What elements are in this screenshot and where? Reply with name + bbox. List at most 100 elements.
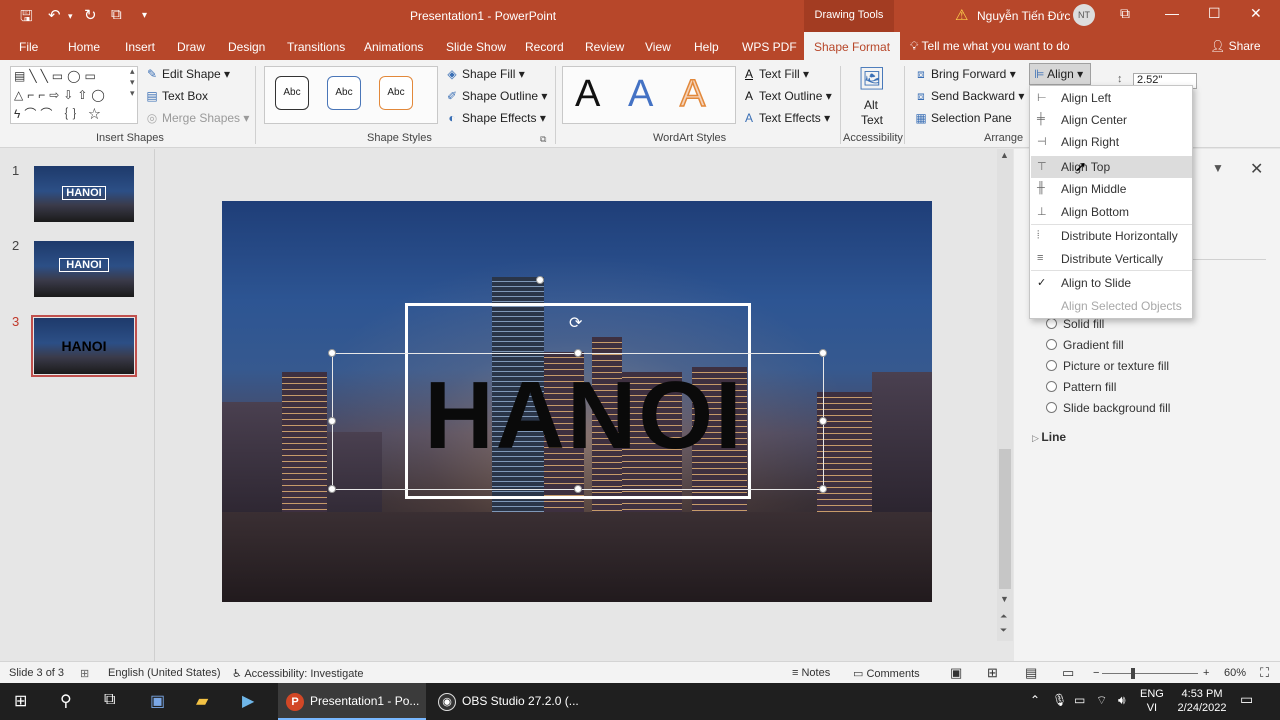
taskbar-powerpoint[interactable]: P Presentation1 - Po...: [278, 683, 426, 720]
fill-option-gradient[interactable]: Gradient fill: [1046, 338, 1124, 352]
scroll-down-icon[interactable]: ▼: [1000, 594, 1009, 604]
tab-help[interactable]: Help: [694, 40, 719, 54]
tab-file[interactable]: File: [19, 40, 38, 54]
previous-slide-icon[interactable]: ⏶: [1000, 611, 1007, 622]
task-view-icon[interactable]: ⧉: [104, 691, 115, 709]
tab-home[interactable]: Home: [68, 40, 100, 54]
fit-to-window-icon[interactable]: ⛶: [1260, 665, 1269, 681]
fill-option-picture[interactable]: Picture or texture fill: [1046, 359, 1169, 373]
zoom-in-icon[interactable]: +: [1203, 667, 1209, 679]
present-icon[interactable]: ⧉: [111, 6, 122, 23]
volume-icon[interactable]: 🔊︎: [1118, 693, 1126, 708]
resize-handle[interactable]: [819, 349, 827, 357]
bring-forward-button[interactable]: ⧈ Bring Forward ▾: [914, 67, 1016, 82]
share-button[interactable]: 👤︎ Share: [1210, 39, 1261, 53]
outlook-app-icon[interactable]: ▣: [150, 691, 165, 711]
spelling-icon[interactable]: ⊞: [80, 667, 89, 680]
resize-handle[interactable]: [574, 349, 582, 357]
zoom-level[interactable]: 60%: [1224, 667, 1246, 679]
tab-animations[interactable]: Animations: [364, 40, 423, 54]
style-preset-2[interactable]: Abc: [327, 76, 361, 110]
shape-fill-button[interactable]: ◈ Shape Fill ▾: [445, 67, 524, 81]
menu-item-align-middle[interactable]: ╫ Align Middle: [1031, 178, 1192, 200]
wordart-preset-2[interactable]: A: [628, 74, 653, 114]
alt-text-button-line1[interactable]: Alt: [864, 98, 878, 112]
resize-handle[interactable]: [819, 417, 827, 425]
tab-transitions[interactable]: Transitions: [287, 40, 345, 54]
menu-item-distribute-vertically[interactable]: ≡ Distribute Vertically: [1031, 248, 1192, 270]
resize-handle[interactable]: [328, 349, 336, 357]
language-indicator[interactable]: English (United States): [108, 667, 221, 679]
redo-icon[interactable]: ↻: [84, 6, 97, 24]
language-switcher[interactable]: ENG VI: [1140, 687, 1164, 715]
resize-handle[interactable]: [536, 276, 544, 284]
text-fill-button[interactable]: A Text Fill ▾: [742, 67, 809, 81]
style-preset-1[interactable]: Abc: [275, 76, 309, 110]
wordart-preset-3[interactable]: A: [679, 73, 706, 115]
alt-text-button-line2[interactable]: Text: [861, 113, 883, 127]
dialog-launcher-icon[interactable]: ⧉: [540, 134, 546, 145]
tab-insert[interactable]: Insert: [125, 40, 155, 54]
ribbon-display-icon[interactable]: ⧉: [1120, 5, 1130, 22]
tell-me-search[interactable]: 💡︎ Tell me what you want to do: [910, 39, 1070, 54]
tab-wps-pdf[interactable]: WPS PDF: [742, 40, 797, 54]
zoom-slider-handle[interactable]: [1131, 668, 1135, 679]
shape-effects-button[interactable]: ◐ Shape Effects ▾: [445, 111, 545, 125]
scroll-up-icon[interactable]: ▲: [1000, 150, 1009, 160]
system-clock[interactable]: 4:53 PM 2/24/2022: [1174, 687, 1230, 715]
notifications-icon[interactable]: ▭: [1240, 691, 1253, 708]
search-icon[interactable]: ⚲: [60, 691, 72, 711]
line-section-header[interactable]: ▷ Line: [1032, 430, 1066, 444]
selection-pane-button[interactable]: ▦ Selection Pane: [914, 111, 1011, 125]
menu-item-align-selected-objects[interactable]: Align Selected Objects: [1031, 295, 1192, 317]
resize-handle[interactable]: [574, 485, 582, 493]
reading-view-icon[interactable]: ▤: [1025, 665, 1037, 681]
edit-shape-button[interactable]: ✎ Edit Shape ▾: [145, 67, 230, 81]
shape-outline-button[interactable]: ✐ Shape Outline ▾: [445, 89, 547, 103]
taskbar-obs[interactable]: ◉ OBS Studio 27.2.0 (...: [430, 683, 580, 720]
tab-slide-show[interactable]: Slide Show: [446, 40, 506, 54]
rotate-handle-icon[interactable]: ⟳: [569, 313, 582, 333]
fill-option-solid[interactable]: Solid fill: [1046, 317, 1104, 331]
microphone-icon[interactable]: 🎙︎: [1052, 693, 1067, 707]
send-backward-button[interactable]: ⧈ Send Backward ▾: [914, 89, 1024, 104]
normal-view-icon[interactable]: ▣: [950, 665, 962, 681]
slide-thumbnail-2[interactable]: HANOI: [34, 241, 134, 297]
wordart-preset-1[interactable]: A: [575, 74, 600, 114]
terminal-app-icon[interactable]: ▶: [242, 691, 254, 711]
text-effects-button[interactable]: A Text Effects ▾: [742, 111, 830, 125]
tab-record[interactable]: Record: [525, 40, 564, 54]
next-slide-icon[interactable]: ⏷: [1000, 625, 1007, 636]
customize-toolbar-icon[interactable]: ▾: [142, 10, 147, 21]
slide-sorter-icon[interactable]: ⊞: [987, 665, 998, 681]
slide-canvas[interactable]: HANOI ⟳: [222, 201, 932, 602]
text-box-button[interactable]: ▤ Text Box: [145, 89, 208, 103]
menu-item-align-center[interactable]: ╪ Align Center: [1031, 109, 1192, 131]
tab-draw[interactable]: Draw: [177, 40, 205, 54]
avatar[interactable]: NT: [1073, 4, 1095, 26]
slide-thumbnail-3[interactable]: HANOI: [34, 318, 134, 374]
fill-option-slide-background[interactable]: Slide background fill: [1046, 401, 1170, 415]
resize-handle[interactable]: [328, 485, 336, 493]
fill-option-pattern[interactable]: Pattern fill: [1046, 380, 1116, 394]
undo-icon[interactable]: ↶: [48, 6, 61, 24]
slide-title[interactable]: HANOI: [374, 366, 794, 466]
close-icon[interactable]: ✕: [1250, 5, 1262, 22]
alt-text-icon[interactable]: 🖼︎: [858, 66, 886, 92]
slideshow-view-icon[interactable]: ▭: [1062, 665, 1074, 681]
user-name[interactable]: Nguyễn Tiến Đức: [977, 9, 1070, 23]
tab-review[interactable]: Review: [585, 40, 624, 54]
text-outline-button[interactable]: A Text Outline ▾: [742, 89, 832, 103]
windows-start-icon[interactable]: ⊞: [14, 691, 27, 711]
shapes-gallery[interactable]: ▤╲╲▭◯▭ △⌐⌐⇨⇩⇧◯ ϟ⌒⌒｛｝☆: [10, 66, 138, 124]
menu-item-distribute-horizontally[interactable]: ⦙ Distribute Horizontally: [1031, 225, 1192, 247]
zoom-slider[interactable]: [1102, 673, 1198, 674]
battery-icon[interactable]: ▭: [1074, 693, 1085, 707]
menu-item-align-to-slide[interactable]: ✓ Align to Slide: [1031, 272, 1192, 294]
tab-view[interactable]: View: [645, 40, 671, 54]
accessibility-checker[interactable]: ♿︎ Accessibility: Investigate: [232, 667, 364, 680]
scrollbar-thumb[interactable]: [999, 449, 1011, 589]
style-preset-3[interactable]: Abc: [379, 76, 413, 110]
slide-thumbnail-1[interactable]: HANOI: [34, 166, 134, 222]
menu-item-align-bottom[interactable]: ⊥ Align Bottom: [1031, 201, 1192, 223]
